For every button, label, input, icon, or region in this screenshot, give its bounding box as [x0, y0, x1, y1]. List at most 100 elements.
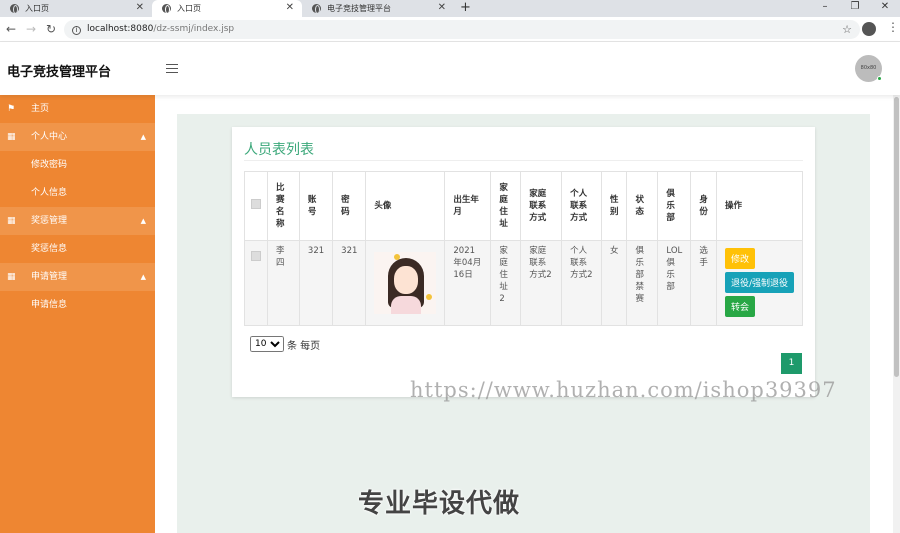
column-header: 俱乐部: [657, 171, 692, 241]
column-header: 身份: [690, 171, 717, 241]
cell-actions: 修改 退役/强制退役 转会: [715, 240, 804, 326]
browser-menu-icon[interactable]: ⋮: [887, 20, 899, 34]
sidebar-group-label: 申请管理: [31, 272, 68, 282]
caret-up-icon: ▲: [140, 133, 146, 141]
cell-personal-contact: 个人联系方式2: [561, 240, 602, 326]
column-header: 状态: [626, 171, 659, 241]
column-header: 个人联系方式: [561, 171, 602, 241]
online-status-dot: [877, 76, 882, 81]
scrollbar-thumb[interactable]: [894, 97, 899, 377]
sidebar-item-home[interactable]: ⚑ 主页: [0, 95, 155, 123]
column-header: 比赛名称: [267, 171, 300, 241]
divider: [244, 160, 803, 161]
cell-gender: 女: [600, 240, 628, 326]
caret-up-icon: ▲: [140, 217, 146, 225]
column-header: 出生年月: [444, 171, 492, 241]
info-icon[interactable]: i: [72, 26, 81, 35]
cell-home-address: 家庭住址2: [490, 240, 522, 326]
list-card: 人员表列表 比赛名称 账号 密码 头像 出生年月 家庭住址 家庭联系方式 个人联…: [232, 127, 815, 397]
page-scrollbar[interactable]: [893, 95, 900, 533]
sidebar: ⚑ 主页 ▦ 个人中心 ▲ 修改密码 个人信息 ▦ 奖惩管理 ▲ 奖惩信息 ▦ …: [0, 95, 155, 533]
window-close-icon[interactable]: ✕: [870, 0, 900, 17]
watermark-caption: 专业毕设代做: [358, 489, 521, 519]
minimize-icon[interactable]: –: [810, 0, 840, 17]
globe-icon: [162, 4, 171, 14]
column-header: 家庭联系方式: [520, 171, 563, 241]
grid-icon: ▦: [7, 216, 16, 226]
personnel-table: 比赛名称 账号 密码 头像 出生年月 家庭住址 家庭联系方式 个人联系方式 性别…: [244, 171, 804, 326]
pagination-page-button[interactable]: 1: [781, 353, 802, 374]
close-icon[interactable]: ✕: [286, 2, 294, 13]
page-size-select[interactable]: 10: [250, 336, 284, 352]
url-path: /dz-ssmj/index.jsp: [153, 24, 235, 34]
close-icon[interactable]: ✕: [136, 2, 144, 13]
sidebar-group-rewards[interactable]: ▦ 奖惩管理 ▲: [0, 207, 155, 235]
url-host: localhost:8080: [87, 24, 154, 34]
table-row: 李四 321 321 2021年04月16日 家庭住址2 家庭联系方式2 个人联…: [244, 240, 804, 326]
edit-button[interactable]: 修改: [724, 248, 755, 269]
sidebar-item-rewards-info[interactable]: 奖惩信息: [0, 235, 155, 263]
new-tab-icon[interactable]: +: [460, 0, 471, 15]
avatar[interactable]: 80x80: [855, 55, 882, 82]
browser-tab-active[interactable]: 入口页 ✕: [152, 0, 302, 17]
column-header: 操作: [715, 171, 804, 241]
watermark-url: https://www.huzhan.com/ishop39397: [410, 378, 837, 402]
column-header: 性别: [600, 171, 628, 241]
cell-role: 选手: [690, 240, 717, 326]
forward-icon[interactable]: →: [26, 22, 36, 36]
page-size-control: 10 条 每页: [250, 336, 320, 352]
cell-avatar: [365, 240, 446, 326]
app-title: 电子竞技管理平台: [7, 65, 112, 80]
sidebar-group-personal[interactable]: ▦ 个人中心 ▲: [0, 123, 155, 151]
profile-icon[interactable]: [862, 22, 876, 36]
row-select-cell: [244, 240, 268, 326]
sidebar-item-label: 主页: [31, 104, 50, 114]
cell-status: 俱乐部禁赛: [626, 240, 659, 326]
menu-toggle-icon[interactable]: [166, 64, 178, 73]
cell-birth-date: 2021年04月16日: [444, 240, 492, 326]
app-header: 电子竞技管理平台 80x80: [0, 42, 900, 95]
browser-tab-label: 入口页: [25, 4, 49, 13]
column-header: 密码: [332, 171, 367, 241]
page-size-suffix: 条 每页: [287, 340, 321, 352]
sidebar-item-personal-info[interactable]: 个人信息: [0, 179, 155, 207]
caret-up-icon: ▲: [140, 273, 146, 281]
window-controls: – ❐ ✕: [810, 0, 900, 17]
select-all-checkbox[interactable]: [251, 199, 261, 209]
browser-tab-label: 电子竞技管理平台: [327, 4, 391, 13]
sidebar-group-label: 个人中心: [31, 132, 68, 142]
globe-icon: [10, 4, 19, 14]
flag-icon: ⚑: [7, 104, 16, 114]
transfer-button[interactable]: 转会: [724, 296, 755, 317]
retire-button[interactable]: 退役/强制退役: [724, 272, 794, 293]
close-icon[interactable]: ✕: [438, 2, 446, 13]
column-header: 账号: [298, 171, 334, 241]
url-input[interactable]: i localhost:8080/dz-ssmj/index.jsp ☆: [64, 20, 860, 39]
cell-match-name: 李四: [267, 240, 300, 326]
avatar-photo: [374, 252, 437, 314]
sidebar-item-application-info[interactable]: 申请信息: [0, 291, 155, 319]
browser-tab[interactable]: 电子竞技管理平台 ✕: [302, 0, 454, 17]
back-icon[interactable]: ←: [6, 22, 16, 36]
select-all-cell: [244, 171, 268, 241]
sidebar-group-applications[interactable]: ▦ 申请管理 ▲: [0, 263, 155, 291]
column-header: 家庭住址: [490, 171, 522, 241]
sidebar-item-change-password[interactable]: 修改密码: [0, 151, 155, 179]
cell-club: LOL俱乐部: [657, 240, 692, 326]
address-bar: ← → ↻ i localhost:8080/dz-ssmj/index.jsp …: [0, 17, 900, 42]
browser-tab-label: 入口页: [177, 4, 201, 13]
row-checkbox[interactable]: [251, 251, 261, 261]
bookmark-star-icon[interactable]: ☆: [842, 20, 852, 39]
globe-icon: [312, 4, 321, 14]
cell-family-contact: 家庭联系方式2: [520, 240, 563, 326]
page-title: 人员表列表: [244, 142, 314, 158]
browser-tab[interactable]: 入口页 ✕: [0, 0, 152, 17]
cell-account: 321: [298, 240, 334, 326]
avatar-text: 80x80: [860, 65, 877, 71]
reload-icon[interactable]: ↻: [46, 22, 56, 36]
grid-icon: ▦: [7, 132, 16, 142]
restore-icon[interactable]: ❐: [840, 0, 870, 17]
sidebar-group-label: 奖惩管理: [31, 216, 68, 226]
cell-password: 321: [332, 240, 367, 326]
browser-tab-bar: 入口页 ✕ 入口页 ✕ 电子竞技管理平台 ✕ + – ❐ ✕: [0, 0, 900, 17]
